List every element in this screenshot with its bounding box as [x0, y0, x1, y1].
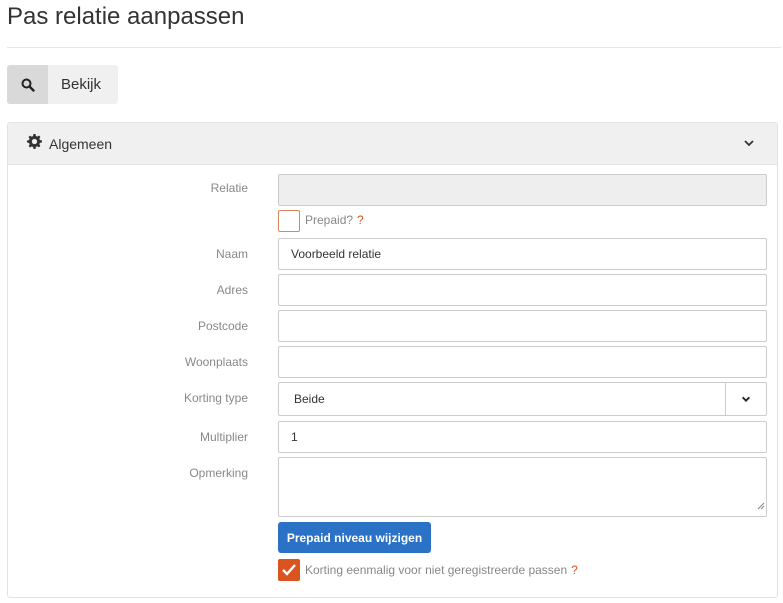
woonplaats-label: Woonplaats	[184, 355, 248, 369]
chevron-down-icon[interactable]	[743, 136, 755, 154]
korting-type-select[interactable]: Beide	[278, 382, 767, 416]
adres-label: Adres	[216, 283, 248, 297]
prepaid-checkbox[interactable]	[278, 210, 300, 232]
panel-title: Algemeen	[49, 135, 113, 152]
naam-label: Naam	[215, 247, 248, 261]
search-icon	[7, 65, 48, 104]
relatie-label: Relatie	[210, 181, 248, 195]
multiplier-input[interactable]: 1	[278, 421, 767, 453]
postcode-label: Postcode	[197, 319, 248, 333]
resize-grip-icon[interactable]	[756, 497, 765, 515]
multiplier-label: Multiplier	[199, 430, 248, 444]
korting-eenmalig-checkbox[interactable]	[278, 559, 300, 581]
opmerking-textarea[interactable]	[278, 457, 767, 517]
view-button[interactable]: Bekijk	[7, 65, 118, 104]
korting-type-value: Beide	[294, 392, 325, 406]
prepaid-level-button[interactable]: Prepaid niveau wijzigen	[278, 522, 431, 553]
prepaid-label-wrap: Prepaid??	[305, 213, 364, 227]
gear-icon	[27, 133, 42, 154]
postcode-input[interactable]	[278, 310, 767, 342]
naam-input[interactable]: Voorbeeld relatie	[278, 238, 767, 270]
prepaid-label: Prepaid?	[305, 213, 354, 227]
korting-eenmalig-label: Korting eenmalig voor niet geregistreerd…	[305, 563, 568, 577]
view-button-label: Bekijk	[61, 76, 102, 93]
chevron-down-icon[interactable]	[725, 383, 766, 415]
title-divider	[7, 47, 781, 48]
general-panel: Algemeen Relatie Prepaid?? Naam Voorbeel…	[7, 122, 778, 598]
opmerking-label: Opmerking	[189, 466, 248, 480]
korting-eenmalig-label-wrap: Korting eenmalig voor niet geregistreerd…	[305, 563, 578, 577]
korting-type-label: Korting type	[183, 391, 248, 405]
checkmark-icon	[282, 564, 296, 576]
panel-header[interactable]: Algemeen	[8, 123, 777, 165]
adres-input[interactable]	[278, 274, 767, 306]
page-title: Pas relatie aanpassen	[7, 3, 245, 30]
prepaid-help[interactable]: ?	[357, 213, 364, 227]
korting-eenmalig-help[interactable]: ?	[571, 563, 578, 577]
relatie-input[interactable]	[278, 174, 767, 206]
woonplaats-input[interactable]	[278, 346, 767, 378]
